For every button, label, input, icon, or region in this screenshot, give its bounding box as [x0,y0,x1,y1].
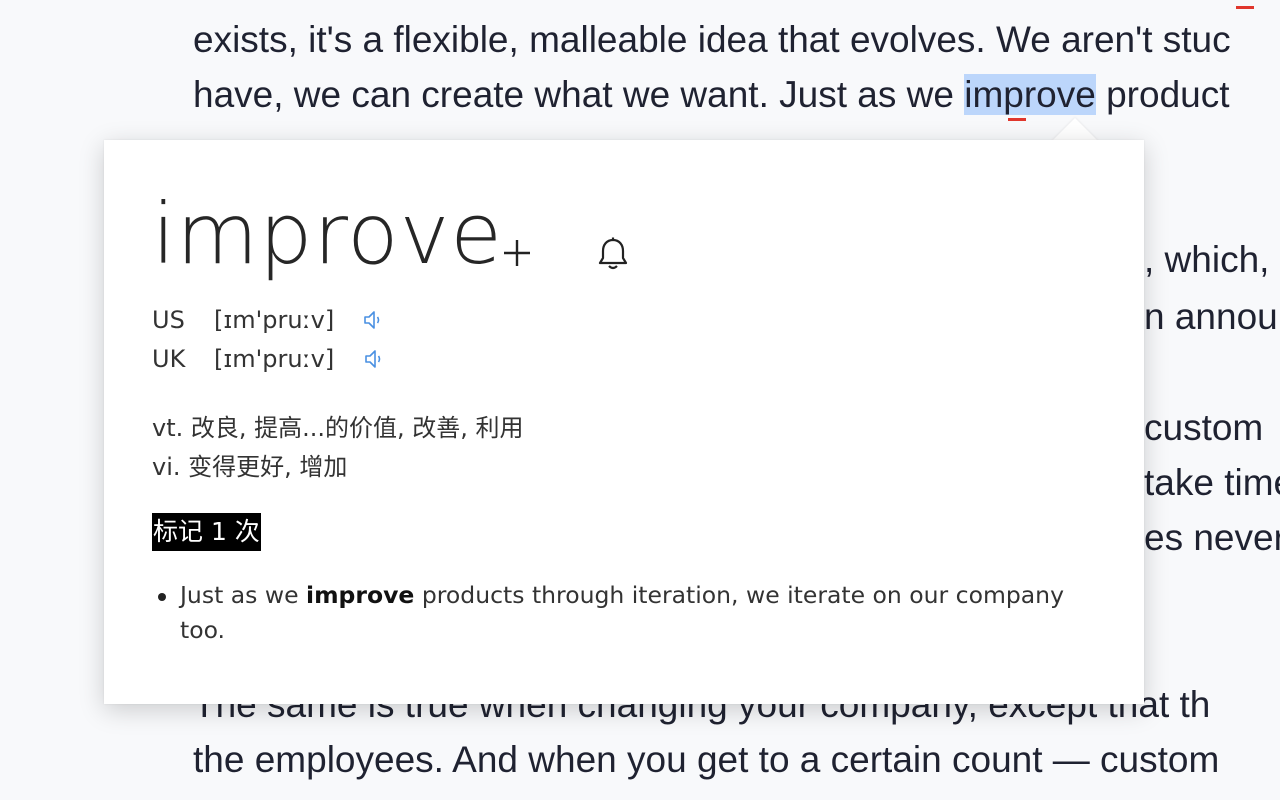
plus-icon [504,240,530,266]
dictionary-popup: improve US [ɪm'pruːv] UK [ɪm'pruːv] vt. 改良… [104,140,1144,704]
article-text: product [1095,74,1230,115]
reminder-button[interactable] [596,236,630,272]
article-line: have, we can create what we want. Just a… [193,72,1230,118]
article-fragment: take time [1144,462,1280,503]
example-sentence: Just as we improve products through iter… [154,578,1114,648]
spellcheck-underline [1236,6,1254,9]
article-fragment: custom [1144,407,1264,448]
speaker-icon[interactable] [363,347,387,371]
definition-vt: vt. 改良, 提高...的价值, 改善, 利用 [152,414,524,442]
example-list: Just as we improve products through iter… [154,578,1114,648]
pronunciation-region: UK [152,345,186,373]
pronunciation-us: US [ɪm'pruːv] [152,304,380,336]
speaker-icon[interactable] [362,308,386,332]
example-text: Just as we [180,581,307,609]
spellcheck-underline [1008,118,1026,121]
article-fragment: , which, [1144,239,1270,280]
bell-icon [598,237,628,270]
add-to-wordbook-button[interactable] [500,236,534,270]
article-fragment: n annou [1144,296,1278,337]
selected-word[interactable]: improve [964,74,1096,115]
article-fragment: es never [1144,517,1280,558]
article-line: the employees. And when you get to a cer… [193,739,1220,780]
definition-vi: vi. 变得更好, 增加 [152,453,348,481]
article-text: have, we can create what we want. Just a… [193,74,965,115]
pronunciation-region: US [152,306,185,334]
pronunciation-ipa: [ɪm'pruːv] [214,306,335,334]
pronunciation-uk: UK [ɪm'pruːv] [152,343,381,375]
pronunciation-ipa: [ɪm'pruːv] [214,345,335,373]
example-keyword: improve [306,581,415,609]
popup-arrow [1052,118,1098,141]
mark-count-badge: 标记 1 次 [152,513,261,551]
article-line: exists, it's a flexible, malleable idea … [193,19,1231,60]
headword: improve [152,185,503,283]
